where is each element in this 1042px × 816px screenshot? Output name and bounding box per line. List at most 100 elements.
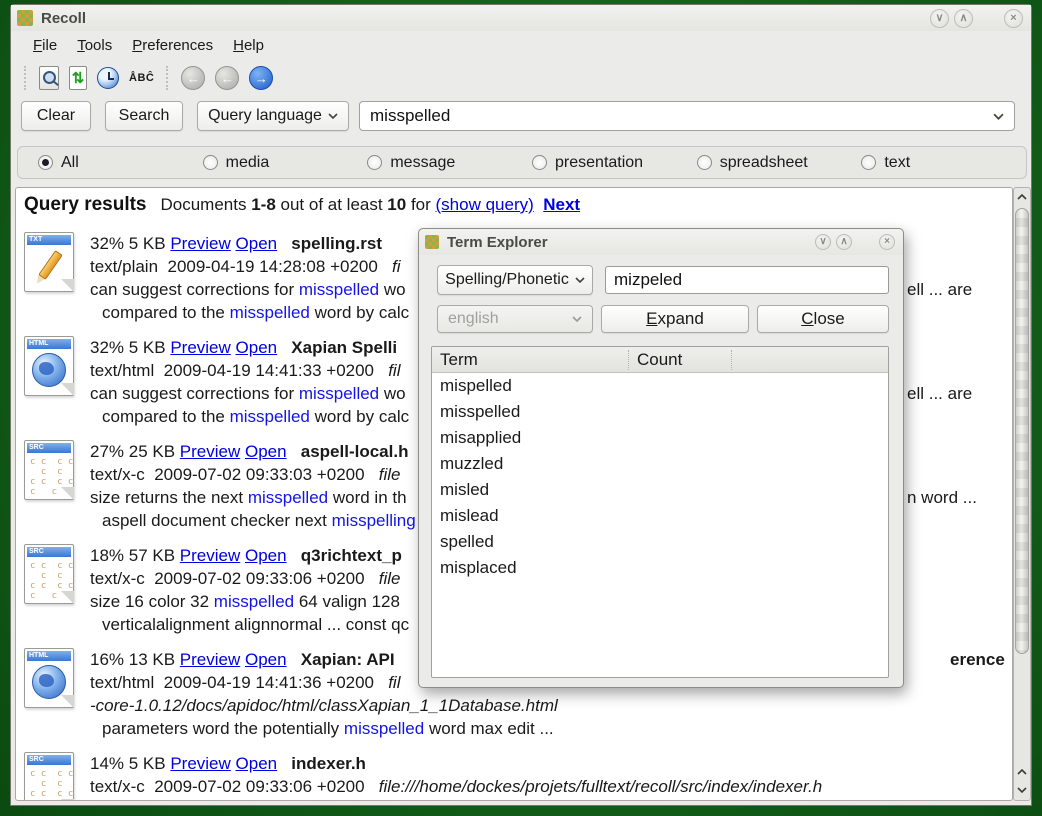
nav-back-button[interactable]: ← <box>214 65 240 91</box>
dialog-maximize-button[interactable]: ∧ <box>836 234 852 250</box>
chevron-down-icon <box>572 316 582 322</box>
text-segment <box>287 546 301 565</box>
menu-bar: File Tools Preferences Help <box>11 31 264 59</box>
term-explorer-button[interactable]: ÅBĈ <box>128 71 155 85</box>
show-query-detail-button[interactable] <box>38 65 60 91</box>
text-segment: text/x-c 2009-07-02 09:33:03 +0200 <box>90 465 379 484</box>
result-link[interactable]: Open <box>236 234 278 253</box>
result-link[interactable]: Open <box>236 754 278 773</box>
results-title: Query results <box>24 194 147 216</box>
result-link[interactable]: Preview <box>180 442 240 461</box>
result-link[interactable]: Open <box>245 546 287 565</box>
text-segment: verticalalignment alignnormal ... const … <box>102 615 409 634</box>
filter-presentation[interactable]: presentation <box>532 154 697 172</box>
term-row[interactable]: spelled <box>432 529 888 555</box>
minimize-icon: ∨ <box>935 13 943 24</box>
nav-forward-button[interactable]: → <box>248 65 274 91</box>
filter-media[interactable]: media <box>203 154 368 172</box>
result-text: 14% 5 KB Preview Open indexer.htext/x-c … <box>90 750 822 801</box>
scroll-up-button[interactable] <box>1014 764 1030 780</box>
expansion-mode-dropdown[interactable]: Spelling/Phonetic <box>437 265 593 295</box>
toolbar-handle[interactable] <box>166 66 169 90</box>
result-link[interactable]: Open <box>245 442 287 461</box>
search-button[interactable]: Search <box>105 101 183 131</box>
menu-help[interactable]: Help <box>233 37 264 54</box>
term-input[interactable]: mizpeled <box>605 266 889 294</box>
scrollbar-thumb[interactable] <box>1015 208 1029 654</box>
chevron-down-icon[interactable] <box>993 113 1004 120</box>
history-button[interactable] <box>96 66 120 90</box>
term-row[interactable]: misapplied <box>432 425 888 451</box>
text-segment: misspelled <box>248 488 328 507</box>
clipped-text-fragment: erence <box>950 648 1005 671</box>
radio-icon <box>203 155 218 170</box>
text-segment: fi <box>392 257 401 276</box>
column-header-count[interactable]: Count <box>628 350 732 370</box>
menu-preferences[interactable]: Preferences <box>132 37 213 54</box>
filter-text[interactable]: text <box>861 154 1026 172</box>
term-row[interactable]: misled <box>432 477 888 503</box>
window-title-bar[interactable]: Recoll ∨ ∧ × <box>11 5 1031 31</box>
clock-icon <box>97 67 119 89</box>
text-segment: misspelling <box>332 511 416 530</box>
window-controls: ∨ ∧ × <box>930 9 1031 28</box>
result-link[interactable]: Open <box>245 650 287 669</box>
scroll-up-button[interactable] <box>1014 189 1030 205</box>
close-button[interactable]: × <box>1004 9 1023 28</box>
term-cell: spelled <box>432 532 628 552</box>
text-segment: file <box>379 465 401 484</box>
filter-message[interactable]: message <box>367 154 532 172</box>
result-link[interactable]: Next <box>543 195 580 214</box>
close-icon: × <box>1010 13 1016 24</box>
term-row[interactable]: misplaced <box>432 555 888 581</box>
text-segment: text/x-c 2009-07-02 09:33:06 +0200 <box>90 777 379 796</box>
text-segment: Xapian: API <box>301 650 395 669</box>
result-line: 18% 57 KB Preview Open q3richtext_p <box>90 544 409 567</box>
result-link[interactable]: Preview <box>180 546 240 565</box>
text-segment: aspell document checker next <box>102 511 332 530</box>
result-link[interactable]: (show query) <box>436 195 534 214</box>
dialog-title-bar[interactable]: Term Explorer ∨ ∧ × <box>419 229 903 255</box>
filter-spreadsheet[interactable]: spreadsheet <box>697 154 862 172</box>
term-row[interactable]: muzzled <box>432 451 888 477</box>
term-row[interactable]: mispelled <box>432 373 888 399</box>
text-segment: wo <box>379 384 405 403</box>
result-link[interactable]: Preview <box>170 754 230 773</box>
result-line: can suggest corrections for misspelled w… <box>90 278 409 301</box>
result-line: aspell document checker next misspelling <box>90 509 416 532</box>
result-link[interactable]: Open <box>236 338 278 357</box>
clear-button[interactable]: Clear <box>21 101 91 131</box>
result-line: text/x-c 2009-07-02 09:33:06 +0200 file:… <box>90 775 822 798</box>
result-link[interactable]: Preview <box>170 234 230 253</box>
close-button[interactable]: Close <box>757 305 889 333</box>
result-link[interactable]: Preview <box>180 650 240 669</box>
term-cell: misspelled <box>432 402 628 422</box>
menu-file[interactable]: File <box>33 37 57 54</box>
term-row[interactable]: misspelled <box>432 399 888 425</box>
filter-all[interactable]: All <box>38 154 203 172</box>
results-scrollbar[interactable] <box>1013 187 1031 801</box>
term-table-header[interactable]: Term Count <box>432 347 888 373</box>
dialog-minimize-button[interactable]: ∨ <box>815 234 831 250</box>
text-segment: misspelled <box>230 303 310 322</box>
scroll-down-button[interactable] <box>1014 782 1030 798</box>
query-language-dropdown[interactable]: Query language <box>197 101 349 131</box>
dialog-close-button[interactable]: × <box>879 234 895 250</box>
text-segment: word by calc <box>310 303 409 322</box>
chevron-up-icon <box>1017 769 1027 775</box>
menu-tools[interactable]: Tools <box>77 37 112 54</box>
update-index-button[interactable]: ⇅ <box>68 65 88 91</box>
text-segment: file:///home/dockes/projets/fulltext/rec… <box>379 777 822 796</box>
search-input[interactable]: misspelled <box>359 101 1015 131</box>
maximize-button[interactable]: ∧ <box>954 9 973 28</box>
text-segment: can suggest corrections for <box>90 384 299 403</box>
toolbar-handle[interactable] <box>24 66 27 90</box>
result-link[interactable]: Preview <box>170 338 230 357</box>
text-segment <box>277 338 291 357</box>
text-segment <box>277 234 291 253</box>
term-row[interactable]: mislead <box>432 503 888 529</box>
expand-button[interactable]: Expand <box>601 305 749 333</box>
column-header-term[interactable]: Term <box>432 350 628 370</box>
minimize-button[interactable]: ∨ <box>930 9 949 28</box>
nav-first-button[interactable]: ← <box>180 65 206 91</box>
